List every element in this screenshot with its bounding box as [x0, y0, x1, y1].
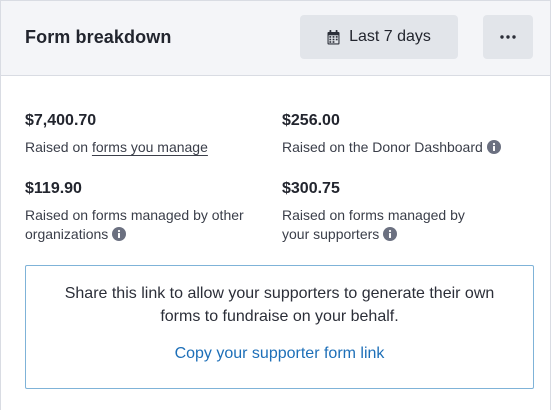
- stat-label: Raised on forms managed by your supporte…: [282, 206, 465, 244]
- share-description: Share this link to allow your supporters…: [26, 282, 533, 328]
- more-options-button[interactable]: [483, 15, 533, 59]
- card-header: Form breakdown Last 7 days: [1, 0, 550, 76]
- info-icon[interactable]: [383, 227, 398, 241]
- copy-supporter-link[interactable]: Copy your supporter form link: [26, 345, 533, 363]
- share-supporter-link-box: Share this link to allow your supporters…: [25, 265, 534, 389]
- calendar-icon: [327, 29, 340, 44]
- share-text-line1: Share this link to allow your supporters…: [64, 285, 495, 302]
- stat-label-line2-wrap: organizations: [25, 225, 244, 244]
- stat-amount: $256.00: [282, 112, 340, 129]
- stat-amount: $7,400.70: [25, 112, 97, 129]
- ellipsis-icon: [500, 35, 516, 39]
- stat-label-line2: organizations: [25, 226, 109, 242]
- stat-forms-you-manage: $7,400.70 Raised on forms you manage: [25, 112, 208, 157]
- stat-your-supporters: $300.75 Raised on forms managed by your …: [282, 180, 465, 244]
- form-breakdown-card: Form breakdown Last 7 days $7,400.70 Rai…: [0, 0, 551, 410]
- stat-other-organizations: $119.90 Raised on forms managed by other…: [25, 180, 244, 244]
- stat-amount: $119.90: [25, 180, 82, 197]
- stat-label: Raised on forms managed by other organiz…: [25, 206, 244, 244]
- stat-label: Raised on forms you manage: [25, 138, 208, 157]
- stat-label-line1: Raised on forms managed by: [282, 207, 465, 223]
- stat-label-line2: your supporters: [282, 226, 380, 242]
- stat-label: Raised on the Donor Dashboard: [282, 138, 501, 157]
- forms-you-manage-link[interactable]: forms you manage: [92, 139, 208, 155]
- date-range-label: Last 7 days: [349, 28, 431, 45]
- stat-label-prefix: Raised on: [25, 139, 92, 155]
- info-icon[interactable]: [486, 140, 501, 154]
- stat-label-line1: Raised on forms managed by other: [25, 207, 244, 223]
- date-range-button[interactable]: Last 7 days: [300, 15, 458, 59]
- copy-supporter-link-label[interactable]: Copy your supporter form link: [175, 345, 385, 362]
- stat-amount: $300.75: [282, 180, 340, 197]
- stat-label-text: Raised on the Donor Dashboard: [282, 139, 483, 155]
- info-icon[interactable]: [112, 227, 127, 241]
- card-title: Form breakdown: [25, 27, 172, 47]
- stat-label-line2-wrap: your supporters: [282, 225, 465, 244]
- stat-donor-dashboard: $256.00 Raised on the Donor Dashboard: [282, 112, 501, 157]
- share-text-line2: forms to fundraise on your behalf.: [160, 308, 399, 325]
